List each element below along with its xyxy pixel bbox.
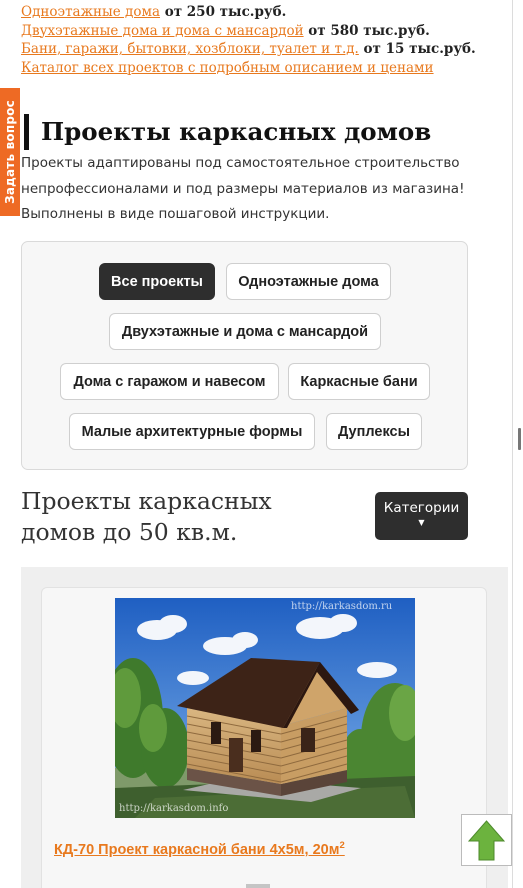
filter-two-storey-button[interactable]: Двухэтажные и дома с мансардой (109, 313, 381, 350)
filter-duplexes-button[interactable]: Дуплексы (326, 413, 422, 450)
scrollbar-thumb[interactable] (518, 428, 521, 450)
link-full-catalog[interactable]: Каталог всех проектов с подробным описан… (21, 60, 434, 76)
page-title: Проекты каркасных домов (24, 114, 431, 150)
top-links-list: Одноэтажные дома от 250 тыс.руб. Двухэта… (21, 3, 491, 77)
filter-garage-houses-button[interactable]: Дома с гаражом и навесом (60, 363, 279, 400)
project-title-superscript: 2 (339, 840, 345, 852)
ask-question-label: Задать вопрос (3, 100, 17, 204)
price-two-storey: от 580 тыс.руб. (303, 22, 430, 39)
section-title: Проекты каркасных домов до 50 кв.м. (21, 487, 272, 546)
scroll-to-top-button[interactable] (461, 814, 512, 866)
price-one-storey: от 250 тыс.руб. (160, 4, 287, 20)
filter-small-forms-button[interactable]: Малые архитектурные формы (69, 413, 315, 450)
link-two-storey-houses[interactable]: Двухэтажные дома и дома с мансардой (21, 23, 304, 39)
categories-label: Категории (383, 500, 460, 516)
intro-text: Проекты адаптированы под самостоятельное… (21, 155, 465, 222)
project-title-text: КД-70 Проект каркасной бани 4х5м, 20м (54, 842, 340, 858)
filter-frame-baths-button[interactable]: Каркасные бани (288, 363, 430, 400)
project-filter-panel: Все проекты Одноэтажные дома Двухэтажные… (21, 241, 468, 470)
link-one-storey-houses[interactable]: Одноэтажные дома (21, 4, 160, 20)
filter-one-storey-button[interactable]: Одноэтажные дома (226, 263, 391, 300)
categories-dropdown-button[interactable]: Категории ▼ (375, 492, 468, 540)
link-baths-garages[interactable]: Бани, гаражи, бытовки, хозблоки, туалет … (21, 41, 359, 57)
project-photo[interactable]: http://karkasdom.ru http://karkasdom.inf… (115, 598, 415, 818)
ask-question-tab[interactable]: Задать вопрос (0, 88, 20, 216)
project-card-title[interactable]: КД-70 Проект каркасной бани 4х5м, 20м2 (54, 840, 345, 858)
arrow-up-icon (467, 820, 506, 861)
caret-down-icon: ▼ (418, 518, 425, 527)
page-right-border (512, 0, 513, 888)
watermark-bottom: http://karkasdom.info (119, 803, 229, 814)
filter-all-projects-button[interactable]: Все проекты (99, 263, 215, 300)
bottom-scroll-indicator (246, 884, 270, 888)
watermark-top: http://karkasdom.ru (291, 601, 393, 612)
frame-bath-house-render (115, 598, 415, 818)
price-baths-garages: от 15 тыс.руб. (358, 41, 476, 57)
